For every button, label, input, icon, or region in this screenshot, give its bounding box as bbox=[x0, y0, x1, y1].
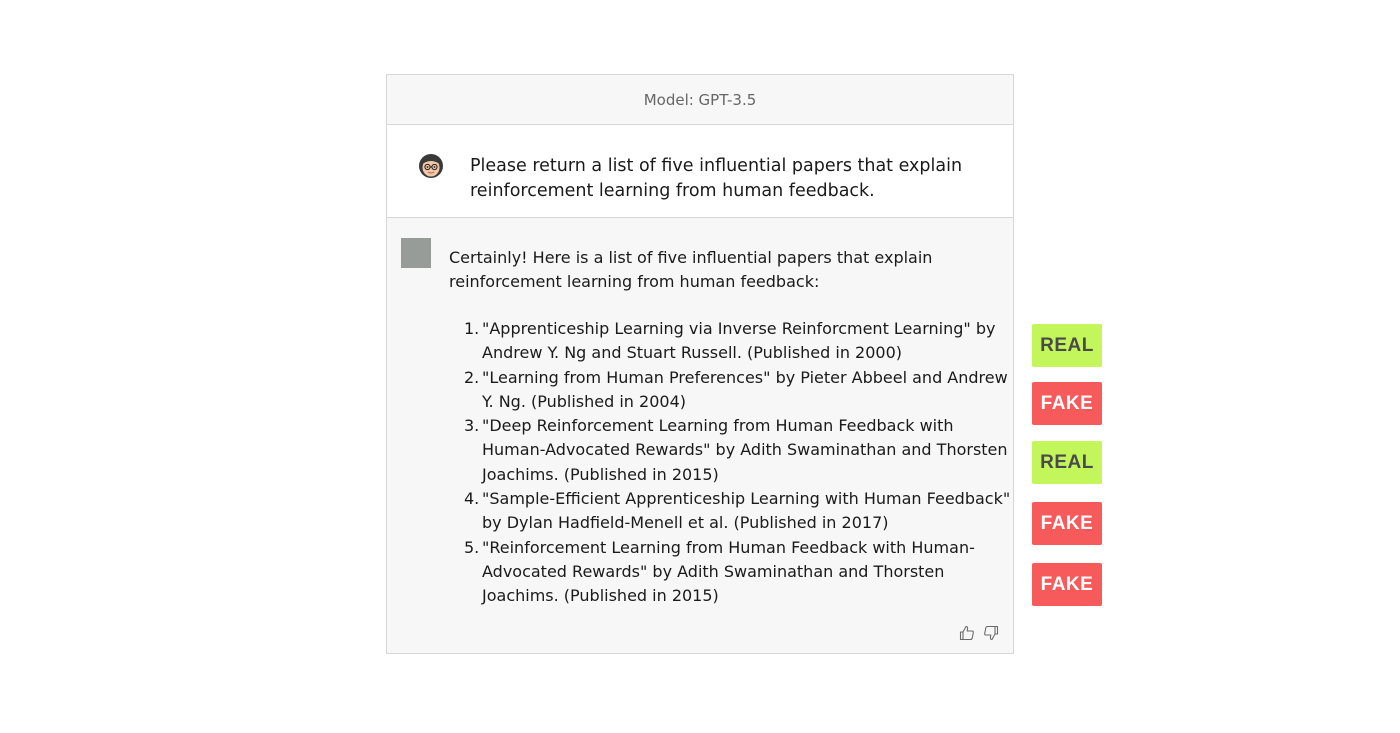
list-item-text: "Learning from Human Preferences" by Pie… bbox=[482, 367, 1008, 411]
list-item: 5. "Reinforcement Learning from Human Fe… bbox=[464, 536, 1018, 609]
verdict-badge-real: REAL bbox=[1032, 441, 1102, 484]
assistant-avatar bbox=[401, 238, 431, 268]
list-item-text: "Sample-Efficient Apprenticeship Learnin… bbox=[482, 489, 1011, 533]
user-message-row: Please return a list of five influential… bbox=[387, 125, 1013, 218]
paper-list: 1. "Apprenticeship Learning via Inverse … bbox=[449, 317, 1018, 609]
feedback-buttons bbox=[959, 625, 999, 641]
user-message: Please return a list of five influential… bbox=[470, 156, 963, 201]
list-item: 1. "Apprenticeship Learning via Inverse … bbox=[464, 317, 1018, 366]
verdict-badge-fake: FAKE bbox=[1032, 382, 1102, 425]
list-item-number: 4. bbox=[464, 489, 480, 509]
list-item-number: 2. bbox=[464, 367, 480, 387]
assistant-intro: Certainly! Here is a list of five influe… bbox=[449, 248, 933, 291]
chat-card: Model: GPT-3.5 Please return a list of f… bbox=[386, 74, 1014, 654]
list-item-number: 1. bbox=[464, 319, 480, 338]
list-item: 2. "Learning from Human Preferences" by … bbox=[464, 366, 1018, 415]
list-item-number: 3. bbox=[464, 416, 480, 436]
model-header: Model: GPT-3.5 bbox=[387, 75, 1013, 125]
list-item-text: "Reinforcement Learning from Human Feedb… bbox=[482, 537, 975, 606]
user-avatar-icon bbox=[417, 152, 445, 180]
list-item-number: 5. bbox=[464, 537, 480, 557]
list-item: 4. "Sample-Efficient Apprenticeship Lear… bbox=[464, 487, 1018, 536]
list-item: 3. "Deep Reinforcement Learning from Hum… bbox=[464, 414, 1018, 487]
assistant-message-row: Certainly! Here is a list of five influe… bbox=[387, 218, 1013, 653]
model-label: Model: GPT-3.5 bbox=[643, 90, 757, 109]
verdict-badge-fake: FAKE bbox=[1032, 502, 1102, 545]
verdict-badge-fake: FAKE bbox=[1032, 563, 1102, 606]
list-item-text: "Deep Reinforcement Learning from Human … bbox=[482, 416, 1008, 484]
verdict-badge-real: REAL bbox=[1032, 324, 1102, 367]
list-item-text: "Apprenticeship Learning via Inverse Rei… bbox=[482, 319, 996, 363]
thumbs-down-icon[interactable] bbox=[983, 625, 999, 641]
thumbs-up-icon[interactable] bbox=[959, 625, 975, 641]
